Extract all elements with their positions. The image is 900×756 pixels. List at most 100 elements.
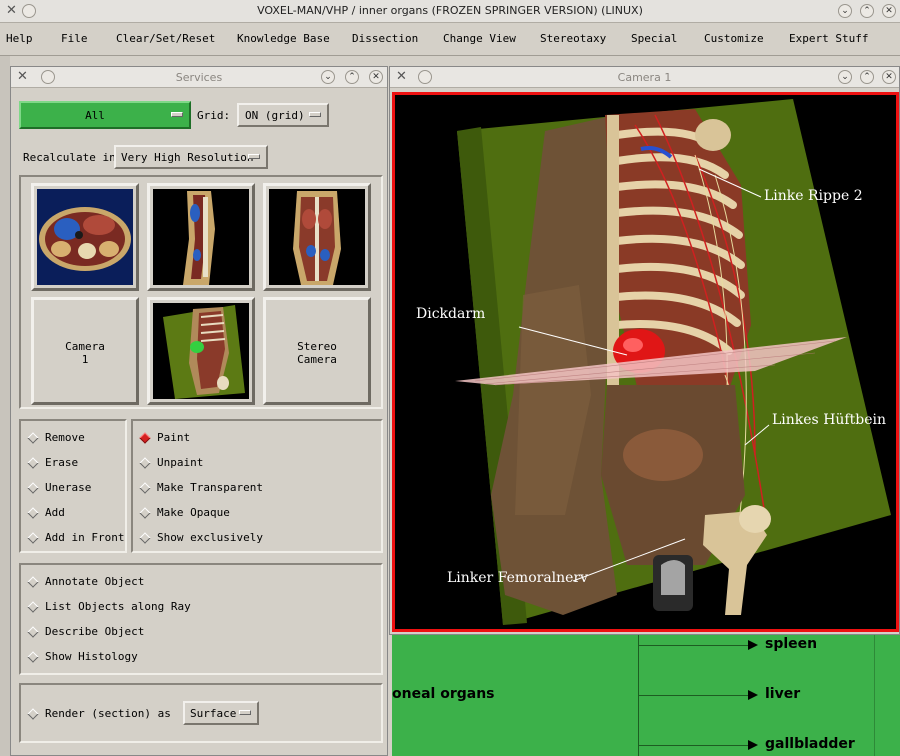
render-option[interactable]: Render (section) as — [27, 707, 171, 720]
view-thumbnails-panel: Camera 1 Stereo Camera — [19, 175, 383, 409]
close-icon[interactable]: ✕ — [882, 4, 896, 18]
arrow-right-icon — [748, 640, 758, 650]
menu-special[interactable]: Special — [631, 32, 677, 45]
recalc-label: Recalculate in — [23, 151, 116, 164]
grid-value: ON (grid) — [245, 109, 305, 122]
menu-dissection[interactable]: Dissection — [352, 32, 418, 45]
sagittal-view-thumb[interactable] — [147, 183, 255, 291]
action-label: Unpaint — [157, 456, 204, 469]
menu-stereotaxy[interactable]: Stereotaxy — [540, 32, 606, 45]
sagittal-slice-image — [153, 189, 249, 285]
coronal-view-thumb[interactable] — [263, 183, 371, 291]
background-window-edge — [0, 56, 10, 756]
action-unerase[interactable]: Unerase — [27, 481, 91, 494]
action-list-objects-along-ray[interactable]: List Objects along Ray — [27, 600, 191, 613]
render-preview-image — [153, 303, 249, 399]
close-icon[interactable]: ✕ — [369, 70, 383, 84]
minimize-icon[interactable]: ⌄ — [838, 70, 852, 84]
grid-select[interactable]: ON (grid) — [237, 103, 329, 127]
action-label: Remove — [45, 431, 85, 444]
menu-expert-stuff[interactable]: Expert Stuff — [789, 32, 868, 45]
services-title-bar: ✕ Services ⌄ ⌃ ✕ — [11, 67, 387, 88]
radio-icon — [139, 532, 151, 544]
action-paint[interactable]: Paint — [139, 431, 190, 444]
action-remove[interactable]: Remove — [27, 431, 85, 444]
render-mode-value: Surface — [190, 707, 237, 720]
arrow-right-icon — [748, 740, 758, 750]
render-preview-thumb[interactable] — [147, 297, 255, 405]
action-label: Make Opaque — [157, 506, 230, 519]
menu-knowledge-base[interactable]: Knowledge Base — [237, 32, 330, 45]
minimize-icon[interactable]: ⌄ — [321, 70, 335, 84]
stereo-camera-thumb[interactable]: Stereo Camera — [263, 297, 371, 405]
arrow-right-icon — [748, 690, 758, 700]
action-label: List Objects along Ray — [45, 600, 191, 613]
camera-window: ✕ Camera 1 ⌄ ⌃ ✕ Linke Rippe 2 Dickdarm … — [389, 66, 900, 635]
radio-icon — [139, 457, 151, 469]
radio-icon — [27, 532, 39, 544]
action-label: Describe Object — [45, 625, 145, 638]
axial-view-thumb[interactable] — [31, 183, 139, 291]
radio-icon — [27, 651, 39, 663]
window-title: VOXEL-MAN/VHP / inner organs (FROZEN SPR… — [257, 4, 643, 17]
action-show-exclusively[interactable]: Show exclusively — [139, 531, 263, 544]
menu-change-view[interactable]: Change View — [443, 32, 516, 45]
tree-leaf-gallbladder[interactable]: gallbladder — [765, 736, 855, 752]
action-annotate-object[interactable]: Annotate Object — [27, 575, 144, 588]
tree-divider — [874, 634, 875, 756]
action-unpaint[interactable]: Unpaint — [139, 456, 203, 469]
action-label: Paint — [157, 431, 191, 444]
dropdown-icon — [171, 112, 183, 117]
render-label: Render (section) as — [45, 707, 171, 720]
action-label: Unerase — [45, 481, 92, 494]
radio-icon — [139, 482, 151, 494]
maximize-icon[interactable]: ⌃ — [860, 70, 874, 84]
action-show-histology[interactable]: Show Histology — [27, 650, 138, 663]
radio-icon — [27, 601, 39, 613]
menu-bar: Help File Clear/Set/Reset Knowledge Base… — [0, 23, 900, 56]
camera-1-thumb[interactable]: Camera 1 — [31, 297, 139, 405]
action-label: Show Histology — [45, 650, 138, 663]
filter-select[interactable]: All — [19, 101, 191, 129]
annotation-dickdarm: Dickdarm — [416, 306, 486, 322]
tree-branch-line — [638, 745, 750, 746]
action-add[interactable]: Add — [27, 506, 65, 519]
action-label: Add in Front — [45, 531, 125, 544]
action-label: Erase — [45, 456, 79, 469]
tree-leaf-spleen[interactable]: spleen — [765, 636, 817, 652]
minimize-icon[interactable]: ⌄ — [838, 4, 852, 18]
action-label: Add — [45, 506, 65, 519]
action-add-in-front[interactable]: Add in Front — [27, 531, 124, 544]
resolution-value: Very High Resolution — [121, 151, 254, 164]
radio-selected-icon — [139, 432, 151, 444]
radio-icon — [27, 507, 39, 519]
maximize-icon[interactable]: ⌃ — [860, 4, 874, 18]
menu-clear-set-reset[interactable]: Clear/Set/Reset — [116, 32, 215, 45]
render-panel: Render (section) as Surface — [19, 683, 383, 743]
resolution-select[interactable]: Very High Resolution — [114, 145, 268, 169]
tree-branch-label[interactable]: oneal organs — [392, 686, 495, 702]
render-mode-select[interactable]: Surface — [183, 701, 259, 725]
maximize-icon[interactable]: ⌃ — [345, 70, 359, 84]
action-make-opaque[interactable]: Make Opaque — [139, 506, 230, 519]
action-make-transparent[interactable]: Make Transparent — [139, 481, 263, 494]
axial-slice-image — [37, 189, 133, 285]
paint-actions-panel: Paint Unpaint Make Transparent Make Opaq… — [131, 419, 383, 553]
action-label: Annotate Object — [45, 575, 145, 588]
tree-leaf-liver[interactable]: liver — [765, 686, 800, 702]
close-icon[interactable]: ✕ — [882, 70, 896, 84]
menu-file[interactable]: File — [61, 32, 88, 45]
dropdown-icon — [239, 710, 251, 715]
camera-title: Camera 1 — [617, 71, 672, 84]
menu-customize[interactable]: Customize — [704, 32, 764, 45]
action-erase[interactable]: Erase — [27, 456, 78, 469]
tree-branch-line — [638, 645, 750, 646]
camera-title-bar: ✕ Camera 1 ⌄ ⌃ ✕ — [390, 67, 899, 88]
camera-3d-viewport[interactable]: Linke Rippe 2 Dickdarm Linkes Hüftbein L… — [392, 92, 899, 632]
action-describe-object[interactable]: Describe Object — [27, 625, 144, 638]
menu-help[interactable]: Help — [6, 32, 33, 45]
stereo-camera-label: Stereo Camera — [297, 340, 337, 366]
services-window: ✕ Services ⌄ ⌃ ✕ All Grid: ON (grid) Rec… — [10, 66, 388, 756]
object-actions-panel: Annotate Object List Objects along Ray D… — [19, 563, 383, 675]
main-title-bar: ✕ VOXEL-MAN/VHP / inner organs (FROZEN S… — [0, 0, 900, 23]
